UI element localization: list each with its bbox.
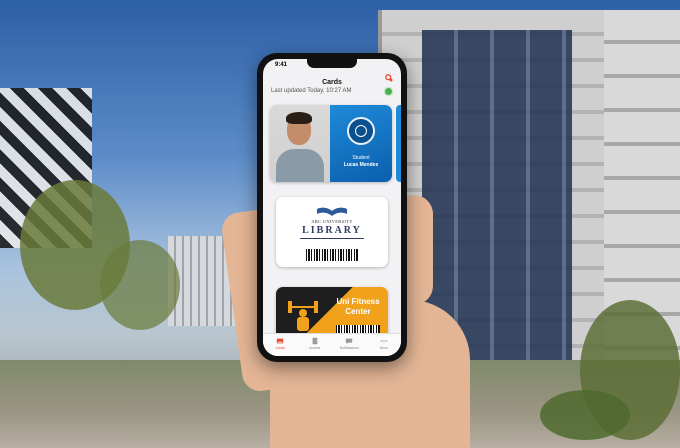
tab-label: Access: [309, 346, 321, 350]
tree: [100, 240, 180, 330]
library-card[interactable]: ABC UNIVERSITY LIBRARY: [276, 197, 388, 267]
tab-access[interactable]: Access: [298, 334, 333, 356]
open-book-icon: [317, 207, 347, 216]
tab-label: More: [379, 346, 388, 350]
tab-more[interactable]: More: [367, 334, 402, 356]
student-photo: [270, 105, 330, 182]
sync-status-icon: [385, 88, 392, 95]
last-updated-row: Last updated Today, 10:27 AM: [263, 85, 401, 99]
last-updated-text: Last updated Today, 10:27 AM: [271, 88, 352, 94]
tab-notifications[interactable]: Notifications: [332, 334, 367, 356]
next-card-peek[interactable]: [396, 105, 401, 182]
student-id-card[interactable]: Student Lucas Mendes: [270, 105, 392, 182]
library-university-name: ABC UNIVERSITY: [311, 219, 353, 224]
status-time: 9:41: [275, 62, 288, 68]
divider: [300, 238, 364, 239]
gym-card-title: Uni Fitness Center: [336, 297, 380, 316]
university-seal-icon: [347, 117, 375, 145]
app-header: Cards: [263, 71, 401, 86]
chat-icon: [346, 338, 353, 345]
library-title: LIBRARY: [302, 225, 362, 236]
phone-screen: 9:41 Cards Last updated Today, 10:27 AM …: [263, 59, 401, 356]
more-icon: [380, 340, 387, 342]
tab-bar: Cards Access Notifications More: [263, 333, 401, 356]
phone-device: 9:41 Cards Last updated Today, 10:27 AM …: [257, 53, 407, 362]
student-name: Lucas Mendes: [343, 162, 379, 168]
door-icon: [312, 337, 318, 345]
tab-label: Notifications: [339, 346, 359, 350]
weightlifter-icon: [288, 301, 318, 331]
settings-icon[interactable]: [385, 74, 393, 82]
library-barcode: [306, 249, 358, 261]
student-card-panel: Student Lucas Mendes: [330, 105, 392, 182]
tab-cards[interactable]: Cards: [263, 334, 298, 356]
tab-label: Cards: [275, 346, 285, 350]
shrub: [540, 390, 630, 440]
phone-notch: [307, 59, 357, 68]
status-bar: 9:41: [263, 59, 401, 71]
card-icon: [277, 338, 284, 344]
student-role: Student: [352, 155, 370, 161]
